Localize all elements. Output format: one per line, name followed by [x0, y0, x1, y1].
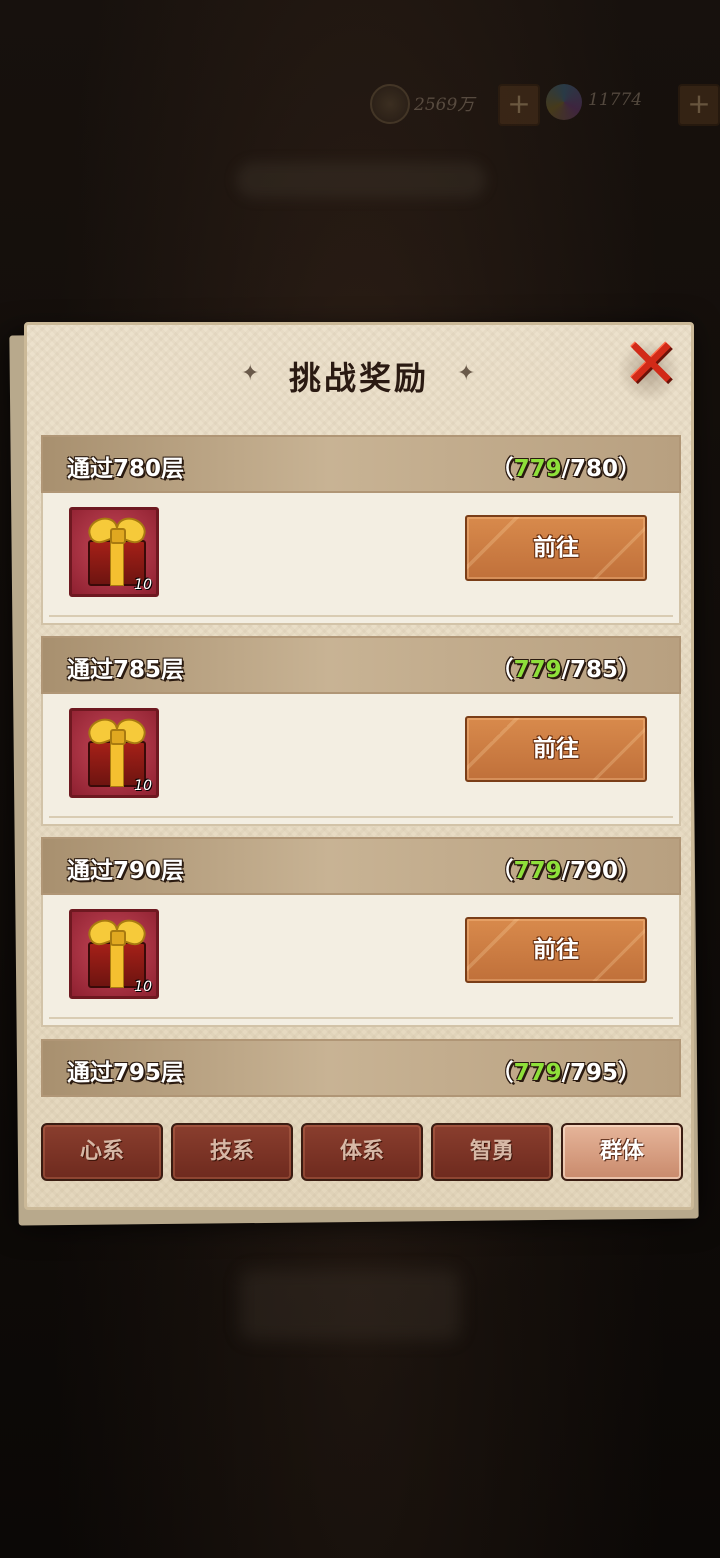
gift-box-icon[interactable]: 10: [69, 507, 159, 597]
progress-target: /785: [561, 657, 618, 683]
progress-target: /780: [561, 456, 618, 482]
bracket-close: ）: [618, 1060, 641, 1086]
gem-icon: [546, 84, 582, 120]
background-blurred-title: [236, 162, 486, 198]
dialog-title: 挑战奖励: [288, 359, 429, 397]
entry-body: 10 前往: [41, 694, 681, 826]
tab-skill[interactable]: 技系: [171, 1123, 293, 1181]
reward-count: 10: [134, 577, 152, 593]
gem-amount: 11774: [588, 90, 643, 110]
gift-bow: [84, 513, 150, 547]
entry-header: 通过785层 （779/785）: [41, 636, 681, 694]
tab-wisdom-courage[interactable]: 智勇: [431, 1123, 553, 1181]
background-blurred-element: [240, 1270, 460, 1340]
coin-amount: 2569万: [414, 95, 475, 115]
progress-target: /795: [561, 1060, 618, 1086]
reward-list[interactable]: 通过780层 （779/780） 10 前往 通过785层 （779/785）: [41, 435, 681, 1103]
bracket-open: （: [490, 1060, 514, 1086]
entry-title: 通过795层: [67, 1060, 185, 1086]
entry-header: 通过790层 （779/790）: [41, 837, 681, 895]
entry-body: 10 前往: [41, 895, 681, 1027]
tab-group[interactable]: 群体: [561, 1123, 683, 1181]
progress-current: 779: [513, 1060, 562, 1086]
category-tabs: 心系 技系 体系 智勇 群体: [41, 1123, 683, 1185]
entry-title: 通过780层: [67, 456, 185, 482]
progress-current: 779: [513, 657, 562, 683]
reward-entry: 通过790层 （779/790） 10 前往: [41, 837, 681, 1027]
entry-progress: （779/785）: [491, 650, 641, 684]
entry-progress: （779/790）: [491, 851, 641, 885]
tab-heart[interactable]: 心系: [41, 1123, 163, 1181]
reward-entry: 通过795层 （779/795）: [41, 1039, 681, 1097]
coin-icon: [370, 84, 410, 124]
add-coins-button[interactable]: +: [498, 84, 540, 126]
add-gems-button[interactable]: +: [678, 84, 720, 126]
reward-count: 10: [134, 778, 152, 794]
progress-current: 779: [513, 456, 562, 482]
bracket-open: （: [490, 858, 514, 884]
bracket-close: ）: [618, 456, 641, 482]
close-icon: ✕: [622, 325, 680, 404]
gift-bow: [84, 714, 150, 748]
entry-header: 通过780层 （779/780）: [41, 435, 681, 493]
go-button[interactable]: 前往: [465, 716, 647, 782]
challenge-reward-dialog: ✦ 挑战奖励 ✦ ✕ 通过780层 （779/780） 10 前往 通过785层…: [24, 322, 694, 1210]
reward-count: 10: [134, 979, 152, 995]
entry-progress: （779/780）: [491, 449, 641, 483]
gift-box-icon[interactable]: 10: [69, 708, 159, 798]
close-button[interactable]: ✕: [613, 329, 685, 407]
gift-bow: [84, 915, 150, 949]
entry-title: 通过790层: [67, 858, 185, 884]
go-button[interactable]: 前往: [465, 917, 647, 983]
bracket-close: ）: [618, 858, 641, 884]
gift-box-icon[interactable]: 10: [69, 909, 159, 999]
entry-body: 10 前往: [41, 493, 681, 625]
shuriken-icon: ✦: [457, 361, 476, 386]
bracket-close: ）: [618, 657, 641, 683]
progress-target: /790: [561, 858, 618, 884]
entry-header: 通过795层 （779/795）: [41, 1039, 681, 1097]
tab-body[interactable]: 体系: [301, 1123, 423, 1181]
progress-current: 779: [513, 858, 562, 884]
entry-progress: （779/795）: [491, 1053, 641, 1087]
bracket-open: （: [490, 456, 514, 482]
go-button[interactable]: 前往: [465, 515, 647, 581]
entry-title: 通过785层: [67, 657, 185, 683]
reward-entry: 通过785层 （779/785） 10 前往: [41, 636, 681, 826]
reward-entry: 通过780层 （779/780） 10 前往: [41, 435, 681, 625]
currency-bar: 2569万 + 11774 +: [368, 82, 720, 126]
bracket-open: （: [490, 657, 514, 683]
